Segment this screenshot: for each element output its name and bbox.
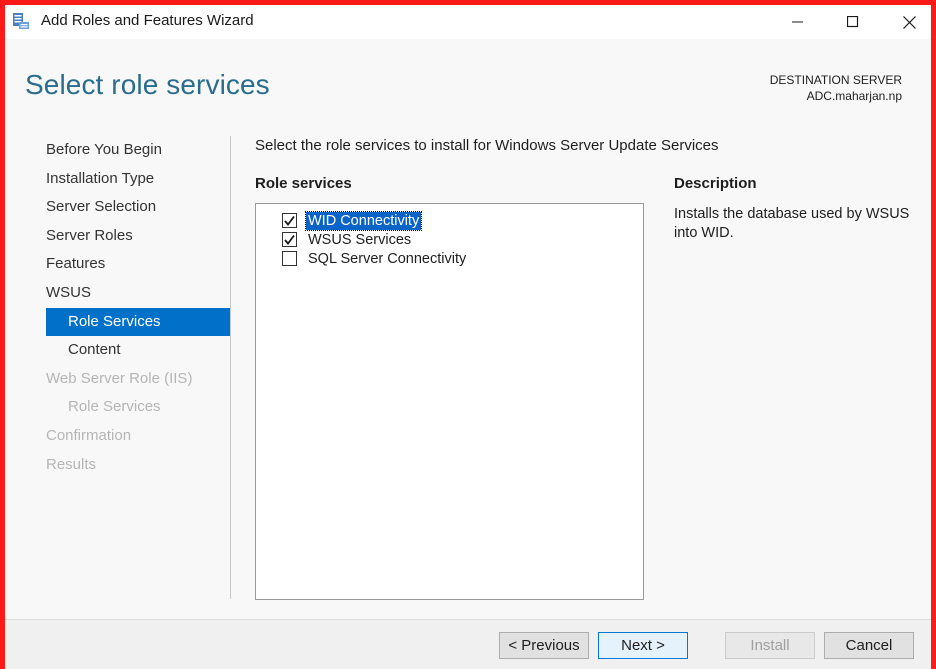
next-button[interactable]: Next > xyxy=(598,632,688,659)
nav-divider xyxy=(230,136,231,599)
nav-item-features[interactable]: Features xyxy=(46,250,230,279)
cancel-button[interactable]: Cancel xyxy=(824,632,914,659)
server-manager-icon xyxy=(11,11,31,31)
minimize-button[interactable] xyxy=(775,5,821,39)
checkmark-icon xyxy=(284,234,295,245)
nav-item-web-server-role: Web Server Role (IIS) xyxy=(46,369,193,387)
minimize-icon xyxy=(792,21,803,23)
checkbox-wid-connectivity[interactable] xyxy=(282,213,297,228)
checkbox-wsus-services[interactable] xyxy=(282,232,297,247)
role-service-item-sql-server-connectivity[interactable]: SQL Server Connectivity xyxy=(282,249,468,268)
checkmark-icon xyxy=(284,215,295,226)
nav-item-wsus-role-services[interactable]: Role Services xyxy=(46,307,230,337)
previous-button[interactable]: < Previous xyxy=(499,632,589,659)
maximize-button[interactable] xyxy=(830,5,876,39)
nav-item-installation-type[interactable]: Installation Type xyxy=(46,165,230,194)
nav-item-content[interactable]: Content xyxy=(46,336,230,365)
role-services-heading: Role services xyxy=(255,175,352,192)
window-title: Add Roles and Features Wizard xyxy=(41,12,254,29)
checkbox-sql-server-connectivity[interactable] xyxy=(282,251,297,266)
role-service-label[interactable]: WID Connectivity xyxy=(304,210,423,231)
wizard-footer: < Previous Next > Install Cancel xyxy=(5,619,931,669)
nav-item-wsus[interactable]: WSUS xyxy=(46,279,230,308)
install-button: Install xyxy=(725,632,815,659)
nav-item-iis-role-services: Role Services xyxy=(68,398,161,416)
page-title: Select role services xyxy=(25,69,270,100)
nav-item-confirmation: Confirmation xyxy=(46,426,132,444)
wizard-window: Add Roles and Features Wizard Select rol… xyxy=(0,0,936,669)
role-service-label[interactable]: WSUS Services xyxy=(306,231,413,249)
nav-item-server-roles[interactable]: Server Roles xyxy=(46,222,230,251)
nav-item-before-you-begin[interactable]: Before You Begin xyxy=(46,136,230,165)
title-bar: Add Roles and Features Wizard xyxy=(5,5,931,39)
description-text: Installs the database used by WSUS into … xyxy=(674,206,910,241)
role-service-item-wid-connectivity[interactable]: WID Connectivity xyxy=(282,210,423,231)
maximize-icon xyxy=(847,16,859,28)
destination-server-name: ADC.maharjan.np xyxy=(806,89,902,103)
nav-item-results: Results xyxy=(46,455,97,473)
role-service-label[interactable]: SQL Server Connectivity xyxy=(306,250,468,268)
close-icon xyxy=(902,15,916,29)
close-button[interactable] xyxy=(886,5,932,39)
role-services-list[interactable]: WID Connectivity WSUS Services SQL Serve… xyxy=(255,203,644,600)
nav-item-server-selection[interactable]: Server Selection xyxy=(46,193,230,222)
description-heading: Description xyxy=(674,175,757,192)
destination-server-info: DESTINATION SERVER ADC.maharjan.np xyxy=(770,72,902,104)
destination-label: DESTINATION SERVER xyxy=(769,73,902,87)
instruction-text: Select the role services to install for … xyxy=(255,137,719,154)
wizard-content: Select role services DESTINATION SERVER … xyxy=(5,39,931,619)
role-service-item-wsus-services[interactable]: WSUS Services xyxy=(282,230,413,249)
wizard-nav: Before You Begin Installation Type Serve… xyxy=(46,136,230,479)
